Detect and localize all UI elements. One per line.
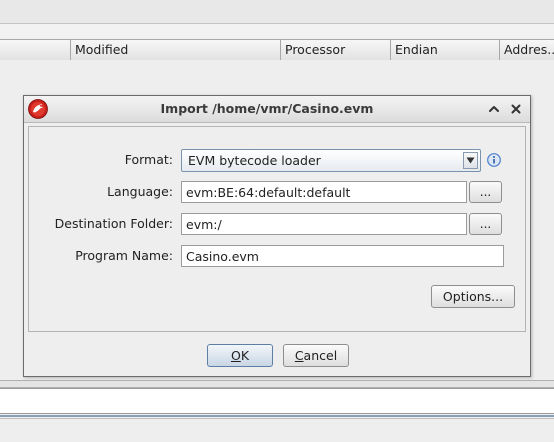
program-name-label: Program Name:: [75, 248, 173, 263]
cancel-mnemonic: C: [294, 348, 304, 363]
chevron-up-icon[interactable]: [486, 101, 502, 117]
background-bottom-border-2: [0, 418, 554, 419]
info-icon[interactable]: [487, 153, 501, 167]
ok-mnemonic: O: [230, 348, 241, 363]
column-header-endian[interactable]: Endian: [390, 40, 499, 60]
ok-label-rest: K: [240, 348, 250, 363]
column-header-processor[interactable]: Processor: [280, 40, 390, 60]
program-name-field[interactable]: [181, 245, 504, 267]
background-bottom-border: [0, 415, 554, 417]
destination-folder-label: Destination Folder:: [54, 216, 173, 231]
cancel-button[interactable]: Cancel: [283, 344, 349, 367]
column-header-modified[interactable]: Modified: [70, 40, 280, 60]
language-browse-button[interactable]: ...: [469, 181, 502, 203]
import-options-panel: Format: EVM bytecode loader Language: ..…: [28, 126, 526, 332]
format-dropdown[interactable]: EVM bytecode loader: [181, 149, 481, 172]
import-dialog: Import /home/vmr/Casino.evm Format: EVM …: [23, 95, 531, 377]
background-toolbar: [0, 0, 554, 24]
language-label: Language:: [107, 184, 173, 199]
options-button[interactable]: Options...: [431, 285, 515, 308]
format-label: Format:: [124, 152, 173, 167]
background-strip: [0, 24, 554, 38]
dialog-title: Import /home/vmr/Casino.evm: [160, 101, 374, 116]
format-selected-value: EVM bytecode loader: [188, 153, 321, 168]
close-icon[interactable]: [508, 101, 524, 117]
column-header-address[interactable]: Addres...: [499, 40, 554, 60]
ok-button[interactable]: OK: [207, 344, 273, 367]
ghidra-dragon-icon: [28, 99, 48, 119]
background-text-area: [0, 388, 554, 414]
cancel-label-rest: ancel: [303, 348, 338, 363]
dialog-titlebar[interactable]: Import /home/vmr/Casino.evm: [24, 96, 530, 123]
language-field[interactable]: [181, 181, 467, 203]
triangle-down-icon[interactable]: [463, 152, 478, 169]
table-header: Modified Processor Endian Addres...: [0, 39, 554, 61]
column-header-name[interactable]: [0, 40, 70, 60]
background-divider: [0, 380, 554, 388]
destination-browse-button[interactable]: ...: [469, 213, 502, 235]
destination-folder-field[interactable]: [181, 213, 467, 235]
